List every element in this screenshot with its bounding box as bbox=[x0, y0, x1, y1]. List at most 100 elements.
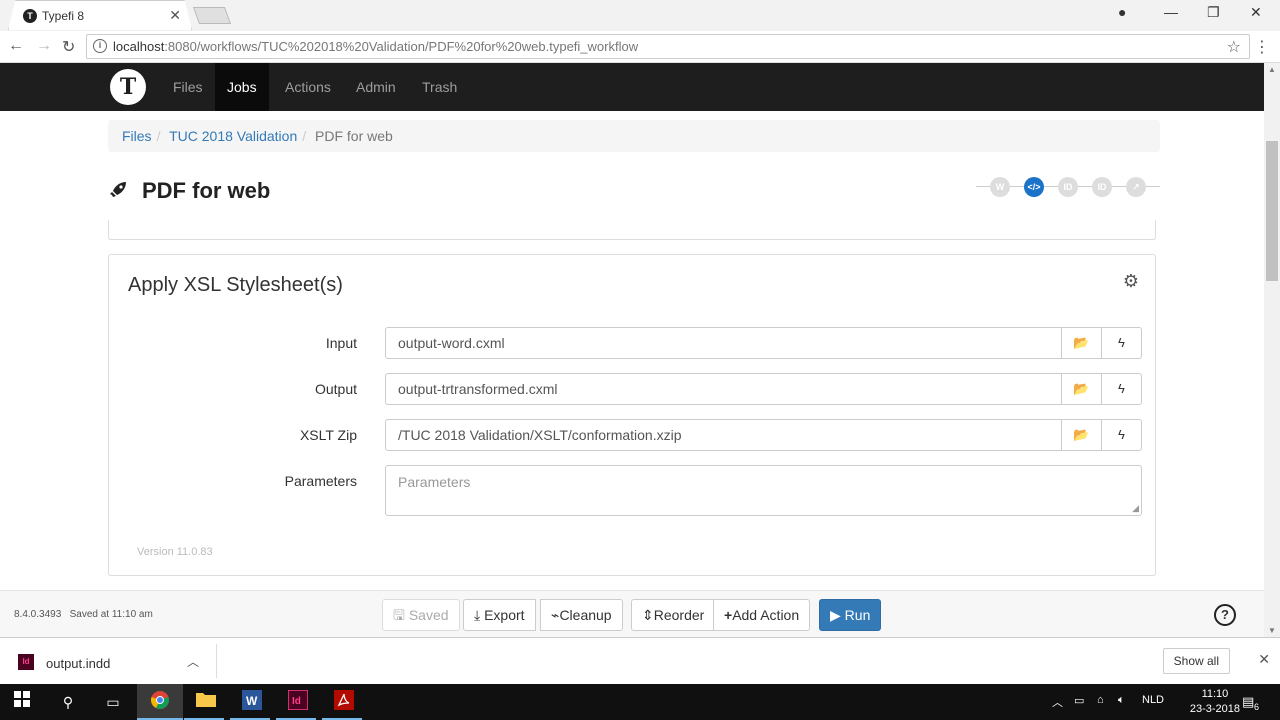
step-indesign-icon[interactable]: ID bbox=[1092, 177, 1112, 197]
workflow-steps: W </> ID ID ↗ bbox=[976, 176, 1160, 198]
folder-open-icon[interactable]: 📂 bbox=[1061, 327, 1102, 359]
input-field[interactable]: output-word.cxml bbox=[385, 327, 1062, 359]
scroll-down-icon[interactable]: ▼ bbox=[1268, 626, 1276, 635]
browser-menu-icon[interactable]: ⋮ bbox=[1254, 37, 1270, 57]
minimize-icon[interactable]: — bbox=[1164, 4, 1178, 20]
breadcrumb: Files / TUC 2018 Validation / PDF for web bbox=[108, 120, 1160, 152]
show-all-button[interactable]: Show all bbox=[1162, 648, 1230, 674]
browser-tab-bar: T Typefi 8 ✕ ● — ❐ ✕ bbox=[0, 0, 1280, 31]
chevron-up-icon[interactable]: ︿ bbox=[187, 653, 199, 670]
folder-open-icon[interactable]: 📂 bbox=[1061, 419, 1102, 451]
word-icon[interactable]: W bbox=[240, 690, 264, 714]
version-label: Version 11.0.83 bbox=[137, 546, 213, 558]
breadcrumb-folder[interactable]: TUC 2018 Validation bbox=[169, 128, 297, 144]
breadcrumb-files[interactable]: Files bbox=[122, 128, 152, 144]
svg-text:W: W bbox=[246, 694, 258, 708]
bookmark-star-icon[interactable]: ☆ bbox=[1227, 37, 1241, 57]
language-indicator[interactable]: NLD bbox=[1142, 694, 1164, 706]
saved-button[interactable]: 🖫 Saved bbox=[382, 599, 460, 631]
rocket-icon bbox=[108, 180, 128, 206]
url-path: :8080/workflows/TUC%202018%20Validation/… bbox=[164, 39, 639, 54]
cleanup-button[interactable]: ⌁Cleanup bbox=[540, 599, 623, 631]
notifications-icon[interactable]: ▤ bbox=[1242, 694, 1254, 710]
close-tab-icon[interactable]: ✕ bbox=[169, 7, 181, 24]
folder-open-icon[interactable]: 📂 bbox=[1061, 373, 1102, 405]
file-explorer-icon[interactable] bbox=[194, 690, 218, 714]
bolt-icon[interactable]: ϟ bbox=[1101, 419, 1142, 451]
add-action-label: Add Action bbox=[732, 607, 800, 623]
new-tab-button[interactable] bbox=[192, 7, 232, 24]
scroll-up-icon[interactable]: ▲ bbox=[1268, 65, 1276, 74]
nav-trash[interactable]: Trash bbox=[410, 63, 469, 111]
app-navbar: T Files Jobs Actions Admin Trash bbox=[0, 63, 1264, 111]
input-label: Input bbox=[325, 335, 357, 351]
tray-chevron-up-icon[interactable]: ︿ bbox=[1052, 694, 1063, 710]
download-divider bbox=[216, 644, 217, 678]
xslt-zip-field-group: /TUC 2018 Validation/XSLT/conformation.x… bbox=[385, 419, 1142, 451]
step-export-icon[interactable]: ↗ bbox=[1126, 177, 1146, 197]
chrome-icon[interactable] bbox=[148, 690, 172, 714]
input-field-group: output-word.cxml 📂 ϟ bbox=[385, 327, 1142, 359]
nav-admin[interactable]: Admin bbox=[344, 63, 408, 111]
cleanup-label: Cleanup bbox=[559, 607, 612, 623]
scroll-thumb[interactable] bbox=[1266, 141, 1278, 281]
typefi-logo[interactable]: T bbox=[110, 69, 146, 105]
step-xml-icon[interactable]: </> bbox=[1024, 177, 1044, 197]
battery-icon[interactable]: ▭ bbox=[1074, 694, 1084, 707]
nav-actions[interactable]: Actions bbox=[273, 63, 343, 111]
download-icon: ⤓ bbox=[474, 607, 481, 623]
build-number: 8.4.0.3493 bbox=[14, 609, 62, 620]
nav-jobs[interactable]: Jobs bbox=[215, 63, 269, 111]
profile-icon[interactable]: ● bbox=[1118, 4, 1126, 20]
breadcrumb-current: PDF for web bbox=[315, 128, 393, 144]
network-icon[interactable]: ⌂ bbox=[1097, 694, 1104, 706]
tab-title: Typefi 8 bbox=[42, 9, 85, 23]
bolt-icon[interactable]: ϟ bbox=[1101, 327, 1142, 359]
plus-icon: + bbox=[724, 607, 733, 623]
action-panel: Apply XSL Stylesheet(s) ⚙ Input output-w… bbox=[108, 254, 1156, 576]
info-icon[interactable]: i bbox=[93, 39, 107, 53]
nav-files[interactable]: Files bbox=[161, 63, 215, 111]
forward-icon[interactable]: → bbox=[36, 37, 52, 55]
close-window-icon[interactable]: ✕ bbox=[1250, 4, 1262, 21]
saved-status: Saved at 11:10 am bbox=[69, 609, 153, 620]
task-view-icon[interactable]: ▭ bbox=[101, 690, 125, 714]
download-filename[interactable]: output.indd bbox=[46, 656, 110, 671]
parameters-textarea[interactable]: Parameters ◢ bbox=[385, 465, 1142, 516]
output-field-group: output-trtransformed.cxml 📂 ϟ bbox=[385, 373, 1142, 405]
windows-start-icon[interactable] bbox=[10, 690, 34, 714]
clock-date: 23-3-2018 bbox=[1189, 703, 1240, 715]
xslt-zip-label: XSLT Zip bbox=[299, 427, 357, 443]
acrobat-icon[interactable] bbox=[332, 690, 356, 714]
clock-time: 11:10 bbox=[1201, 688, 1229, 700]
browser-tab[interactable]: T Typefi 8 ✕ bbox=[8, 0, 192, 30]
add-action-button[interactable]: +Add Action bbox=[713, 599, 811, 631]
step-indesign-icon[interactable]: ID bbox=[1058, 177, 1078, 197]
volume-icon[interactable]: 🔈︎ bbox=[1118, 694, 1125, 707]
restore-icon[interactable]: ❐ bbox=[1207, 4, 1220, 21]
clock[interactable]: 11:10 23-3-2018 bbox=[1190, 687, 1240, 717]
output-field[interactable]: output-trtransformed.cxml bbox=[385, 373, 1062, 405]
step-word-icon[interactable]: W bbox=[990, 177, 1010, 197]
export-button[interactable]: ⤓ Export bbox=[463, 599, 536, 631]
indesign-icon[interactable]: Id bbox=[286, 689, 310, 714]
reload-icon[interactable]: ↻ bbox=[62, 37, 75, 57]
bolt-icon[interactable]: ϟ bbox=[1101, 373, 1142, 405]
page-scrollbar[interactable]: ▲ ▼ bbox=[1264, 63, 1280, 637]
gear-icon[interactable]: ⚙ bbox=[1123, 271, 1139, 292]
close-download-bar-icon[interactable]: ✕ bbox=[1258, 651, 1270, 668]
run-button[interactable]: ▶ Run bbox=[819, 599, 882, 631]
footer-toolbar: 8.4.0.3493 Saved at 11:10 am 🖫 Saved ⤓ E… bbox=[0, 590, 1264, 637]
url-text: localhost:8080/workflows/TUC%202018%20Va… bbox=[113, 39, 638, 54]
search-icon[interactable]: ⚲ bbox=[56, 690, 80, 714]
reorder-button[interactable]: ⇕Reorder bbox=[631, 599, 716, 631]
help-icon[interactable]: ? bbox=[1214, 604, 1236, 626]
build-status: 8.4.0.3493 Saved at 11:10 am bbox=[14, 609, 153, 620]
output-label: Output bbox=[314, 381, 357, 397]
url-input[interactable]: i localhost:8080/workflows/TUC%202018%20… bbox=[86, 34, 1250, 59]
play-icon: ▶ bbox=[830, 607, 841, 623]
back-icon[interactable]: ← bbox=[8, 37, 24, 55]
typefi-favicon-icon: T bbox=[23, 9, 37, 23]
xslt-zip-field[interactable]: /TUC 2018 Validation/XSLT/conformation.x… bbox=[385, 419, 1062, 451]
resize-handle-icon[interactable]: ◢ bbox=[1132, 503, 1139, 514]
